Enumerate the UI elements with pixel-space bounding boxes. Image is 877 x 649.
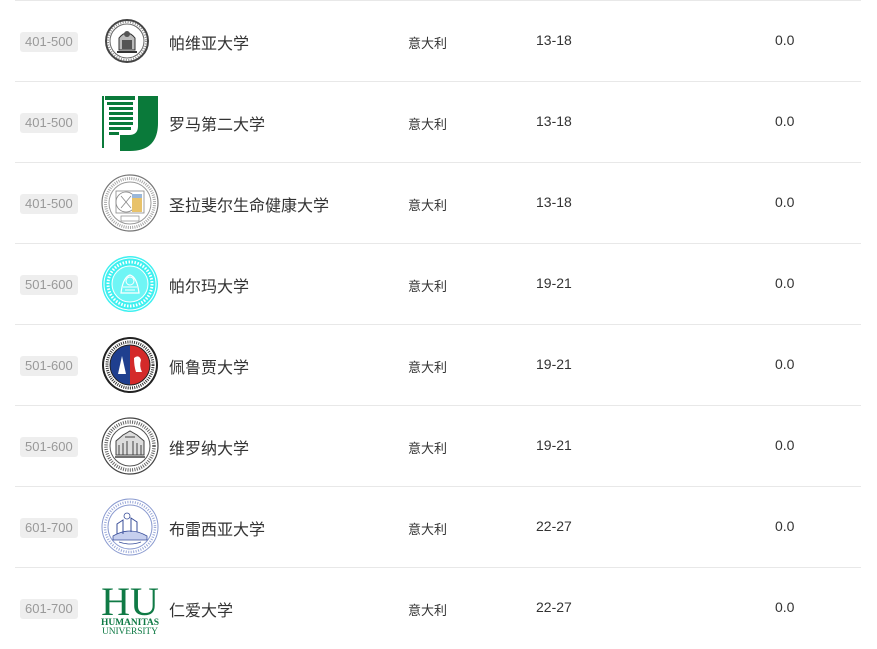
national-rank: 13-18 bbox=[536, 113, 572, 129]
rank-badge: 601-700 bbox=[20, 518, 78, 538]
rank-badge: 401-500 bbox=[20, 113, 78, 133]
national-rank: 22-27 bbox=[536, 518, 572, 534]
table-row: 401-500 圣拉斐尔生命健康大学 意大利 13-18 0.0 bbox=[15, 162, 861, 243]
score: 0.0 bbox=[775, 356, 795, 372]
rank-badge: 501-600 bbox=[20, 437, 78, 457]
country: 意大利 bbox=[408, 117, 448, 132]
san-raffaele-seal-icon[interactable] bbox=[101, 174, 159, 232]
university-name[interactable]: 帕尔玛大学 bbox=[169, 273, 249, 297]
tor-vergata-logo-icon[interactable] bbox=[101, 93, 159, 151]
score: 0.0 bbox=[775, 437, 795, 453]
university-name[interactable]: 布雷西亚大学 bbox=[169, 516, 265, 540]
national-rank: 13-18 bbox=[536, 32, 572, 48]
brescia-seal-icon[interactable] bbox=[101, 498, 159, 556]
national-rank: 22-27 bbox=[536, 599, 572, 615]
rank-badge: 501-600 bbox=[20, 275, 78, 295]
university-name[interactable]: 罗马第二大学 bbox=[169, 111, 265, 135]
score: 0.0 bbox=[775, 599, 795, 615]
country: 意大利 bbox=[408, 441, 448, 456]
university-name[interactable]: 圣拉斐尔生命健康大学 bbox=[169, 192, 329, 216]
rank-badge: 401-500 bbox=[20, 32, 78, 52]
score: 0.0 bbox=[775, 194, 795, 210]
national-rank: 19-21 bbox=[536, 356, 572, 372]
rank-badge: 501-600 bbox=[20, 356, 78, 376]
national-rank: 19-21 bbox=[536, 437, 572, 453]
country: 意大利 bbox=[408, 522, 448, 537]
pavia-seal-icon[interactable] bbox=[101, 12, 159, 70]
country: 意大利 bbox=[408, 198, 448, 213]
country: 意大利 bbox=[408, 603, 448, 618]
table-row: 501-600 帕尔玛大学 意大利 19-21 0.0 bbox=[15, 243, 861, 324]
table-row: 601-700 HU HUMANITAS UNIVERSITY 仁爱大学 意大利… bbox=[15, 567, 861, 649]
country: 意大利 bbox=[408, 36, 448, 51]
university-name[interactable]: 帕维亚大学 bbox=[169, 30, 249, 54]
table-row: 401-500 罗马第二大学 意大利 13-18 0.0 bbox=[15, 81, 861, 162]
score: 0.0 bbox=[775, 275, 795, 291]
national-rank: 13-18 bbox=[536, 194, 572, 210]
table-row: 501-600 佩鲁贾大学 意大利 19-21 0.0 bbox=[15, 324, 861, 405]
university-name[interactable]: 维罗纳大学 bbox=[169, 435, 249, 459]
score: 0.0 bbox=[775, 518, 795, 534]
humanitas-logo-icon[interactable]: HU HUMANITAS UNIVERSITY bbox=[101, 579, 159, 637]
humanitas-line2: UNIVERSITY bbox=[102, 627, 158, 637]
rank-badge: 401-500 bbox=[20, 194, 78, 214]
perugia-seal-icon[interactable] bbox=[101, 336, 159, 394]
verona-seal-icon[interactable] bbox=[101, 417, 159, 475]
table-row: 601-700 布雷西亚大学 意大利 22-27 0.0 bbox=[15, 486, 861, 567]
national-rank: 19-21 bbox=[536, 275, 572, 291]
rank-badge: 601-700 bbox=[20, 599, 78, 619]
country: 意大利 bbox=[408, 279, 448, 294]
university-name[interactable]: 佩鲁贾大学 bbox=[169, 354, 249, 378]
country: 意大利 bbox=[408, 360, 448, 375]
score: 0.0 bbox=[775, 32, 795, 48]
table-row: 401-500 帕维亚大学 意大利 13-18 0.0 bbox=[15, 0, 861, 81]
ranking-table: 401-500 帕维亚大学 意大利 13-18 0.0 401-500 罗马第二… bbox=[15, 0, 861, 649]
table-row: 501-600 维罗纳大学 意大利 19-21 0.0 bbox=[15, 405, 861, 486]
score: 0.0 bbox=[775, 113, 795, 129]
parma-seal-icon[interactable] bbox=[101, 255, 159, 313]
university-name[interactable]: 仁爱大学 bbox=[169, 597, 233, 621]
